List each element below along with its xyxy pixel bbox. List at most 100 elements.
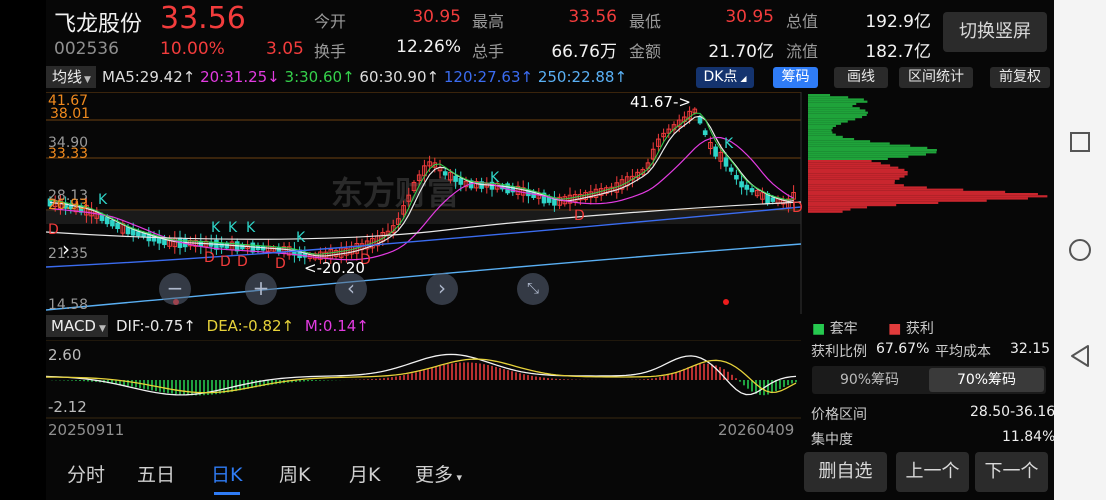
- candle-body: [136, 231, 141, 237]
- scroll-left-icon[interactable]: ‹: [335, 273, 367, 305]
- chip-bar: [808, 107, 860, 110]
- chip-bar: [808, 111, 868, 114]
- chip-bar: [808, 177, 900, 180]
- stock-price: 33.56: [160, 1, 246, 36]
- chip-bar: [808, 138, 855, 141]
- chip-bar: [808, 182, 895, 185]
- candle-body: [739, 181, 744, 188]
- draw-line-button[interactable]: 画线: [834, 67, 888, 88]
- k-marker: K: [228, 220, 238, 236]
- chip-bar: [808, 109, 866, 112]
- chip-distribution: [808, 94, 1048, 213]
- switch-portrait-button[interactable]: 切换竖屏: [943, 12, 1047, 52]
- chevron-down-icon: ▼: [84, 75, 91, 85]
- candle-body: [104, 217, 110, 225]
- chip-bar: [808, 98, 864, 101]
- chevron-down-icon: ▼: [98, 324, 106, 334]
- k-marker: K: [490, 170, 500, 186]
- chip-bar: [808, 129, 832, 132]
- end-date: 20260409: [718, 421, 795, 439]
- chip-bar: [808, 186, 927, 189]
- tab-70-chips[interactable]: 70%筹码: [929, 368, 1044, 392]
- play-arrow-icon[interactable]: ›: [62, 237, 70, 261]
- chip-bars: [808, 94, 1048, 213]
- start-date: 20250911: [48, 421, 125, 439]
- axis-label: 14.58: [48, 297, 88, 313]
- zoom-in-icon[interactable]: +: [245, 273, 277, 305]
- dea-value: DEA:-0.82↑: [206, 317, 295, 335]
- high-annotation: 41.67->: [630, 93, 691, 111]
- tab-period[interactable]: 更多 ▾: [415, 460, 462, 487]
- k-marker: K: [296, 230, 306, 246]
- legend-trap: 套牢: [829, 321, 858, 337]
- candle-body: [723, 157, 729, 167]
- candle-body: [744, 184, 750, 190]
- tab-90-chips[interactable]: 90%筹码: [812, 366, 927, 394]
- d-marker: D: [574, 208, 585, 224]
- previous-stock-button[interactable]: 上一个: [896, 452, 969, 492]
- chip-bar: [808, 175, 905, 178]
- adjust-button[interactable]: 前复权: [990, 67, 1050, 88]
- candle-body: [702, 130, 708, 136]
- chip-bar: [808, 116, 863, 119]
- chip-tabs: 90%筹码 70%筹码: [812, 366, 1046, 394]
- chip-bar: [808, 190, 1006, 193]
- recents-icon[interactable]: [1069, 131, 1091, 153]
- quote-label: 总值: [786, 12, 819, 31]
- chip-bar: [808, 155, 909, 158]
- macd-selector[interactable]: MACD ▼: [46, 315, 108, 337]
- tab-period[interactable]: 分时: [67, 460, 105, 487]
- zoom-out-icon[interactable]: −: [159, 273, 191, 305]
- ma-item: MA5:29.42↑: [102, 68, 196, 86]
- ma-selector[interactable]: 均线 ▼: [46, 66, 96, 88]
- chip-bar: [808, 102, 857, 105]
- home-icon[interactable]: [1068, 238, 1092, 262]
- quote-label: 最低: [629, 12, 662, 31]
- candle-body: [99, 215, 105, 221]
- collapse-icon[interactable]: ⤡: [517, 273, 549, 305]
- k-marker: K: [98, 192, 108, 208]
- tab-period[interactable]: 日K: [211, 460, 242, 487]
- quote-label: 总手: [472, 42, 505, 61]
- remove-favorite-button[interactable]: 删自选: [804, 452, 887, 492]
- back-icon[interactable]: [1069, 344, 1091, 368]
- chips-button[interactable]: 筹码: [773, 67, 818, 88]
- candle-body: [125, 226, 131, 235]
- d-marker: D: [792, 200, 803, 216]
- profit-ratio-label: 获利比例: [811, 344, 867, 360]
- quote-value: 12.26%: [396, 37, 461, 57]
- candle-body: [713, 146, 718, 157]
- dk-point-button[interactable]: DK点 ◢: [696, 67, 754, 88]
- scroll-right-icon[interactable]: ›: [426, 273, 458, 305]
- ma-item: 20:31.25↓: [200, 68, 280, 86]
- square-icon: ■: [888, 321, 902, 337]
- chip-bar: [808, 127, 833, 130]
- chip-bar: [808, 201, 939, 204]
- next-stock-button[interactable]: 下一个: [975, 452, 1048, 492]
- chip-bar: [808, 171, 908, 174]
- stock-name: 飞龙股份: [54, 12, 143, 37]
- chip-bar: [808, 206, 868, 209]
- change-percent: 10.00%: [160, 39, 225, 59]
- chip-bar: [808, 151, 937, 154]
- d-marker: D: [237, 254, 248, 270]
- tab-period[interactable]: 五日: [137, 460, 175, 487]
- d-marker: D: [48, 222, 59, 238]
- chip-bar: [808, 142, 890, 145]
- macd-chart[interactable]: 2.60 -2.12: [46, 340, 806, 420]
- chip-bar: [808, 164, 891, 167]
- range-stats-button[interactable]: 区间统计: [899, 67, 973, 88]
- change-amount: 3.05: [266, 39, 304, 59]
- candle-body: [110, 220, 115, 227]
- concentration-label: 集中度: [811, 432, 853, 448]
- axis-label: 26.93: [48, 197, 88, 213]
- avg-cost: 32.15: [1010, 341, 1051, 357]
- tab-period[interactable]: 月K: [349, 460, 380, 487]
- tab-period[interactable]: 周K: [279, 460, 310, 487]
- chip-bar: [808, 153, 926, 156]
- chip-bar: [808, 166, 899, 169]
- dif-value: DIF:-0.75↑: [116, 317, 196, 335]
- avg-cost-label: 平均成本: [935, 344, 991, 360]
- chip-bar: [808, 122, 842, 125]
- ma-values: MA5:29.42↑ 20:31.25↓ 3:30.60↑ 60:30.90↑ …: [102, 68, 627, 86]
